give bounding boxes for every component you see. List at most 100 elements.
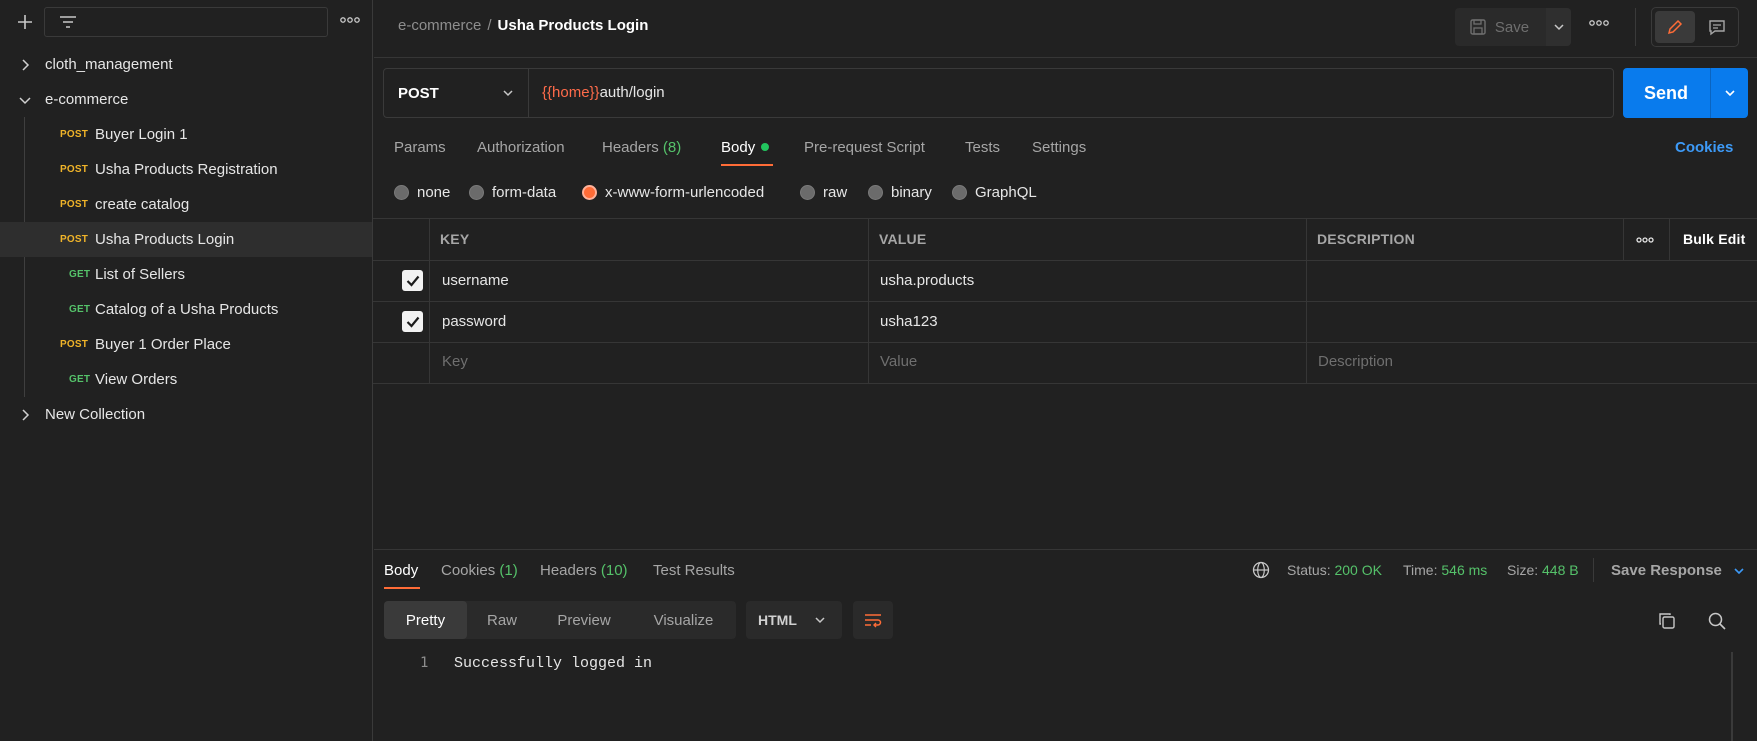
- key-cell[interactable]: username: [442, 272, 509, 289]
- filter-input[interactable]: [44, 7, 328, 37]
- collection-cloth-management[interactable]: cloth_management: [0, 47, 372, 82]
- radio-circle-selected[interactable]: [582, 185, 597, 200]
- radio-circle[interactable]: [800, 185, 815, 200]
- request-item[interactable]: POST Buyer Login 1: [0, 117, 372, 152]
- request-item[interactable]: POST create catalog: [0, 187, 372, 222]
- send-button[interactable]: Send: [1623, 68, 1709, 118]
- request-label: Buyer Login 1: [95, 126, 188, 143]
- active-tab-indicator: [384, 587, 420, 589]
- filter-icon[interactable]: [59, 15, 77, 29]
- sidebar-toolbar: [0, 0, 373, 44]
- tab-tests[interactable]: Tests: [965, 139, 1000, 156]
- url-bar: POST {{home}}auth/login: [383, 68, 1614, 118]
- method-badge: GET: [69, 304, 91, 315]
- request-item[interactable]: POST Buyer 1 Order Place: [0, 327, 372, 362]
- response-tab-cookies[interactable]: Cookies (1): [441, 562, 518, 579]
- radio-graphql[interactable]: GraphQL: [952, 184, 1037, 201]
- radio-urlencoded[interactable]: x-www-form-urlencoded: [582, 184, 764, 201]
- breadcrumb-separator: /: [487, 17, 492, 34]
- plus-icon[interactable]: [16, 13, 34, 31]
- key-input[interactable]: Key: [442, 353, 468, 370]
- globe-icon[interactable]: [1252, 561, 1270, 579]
- collection-e-commerce[interactable]: e-commerce: [0, 82, 372, 117]
- documentation-mode-button[interactable]: [1697, 11, 1737, 43]
- view-visualize[interactable]: Visualize: [631, 601, 736, 639]
- bulk-edit-button[interactable]: Bulk Edit: [1683, 231, 1745, 247]
- more-horizontal-icon[interactable]: [1589, 18, 1609, 28]
- tab-params[interactable]: Params: [394, 139, 446, 156]
- column-header-key: KEY: [440, 231, 470, 247]
- save-button[interactable]: Save: [1455, 8, 1543, 46]
- edit-mode-button[interactable]: [1655, 11, 1695, 43]
- description-input[interactable]: Description: [1318, 353, 1393, 370]
- radio-label: GraphQL: [975, 184, 1037, 201]
- radio-binary[interactable]: binary: [868, 184, 932, 201]
- collection-label: New Collection: [45, 406, 146, 423]
- chevron-down-icon[interactable]: [18, 93, 32, 107]
- radio-circle[interactable]: [469, 185, 484, 200]
- response-divider: [374, 549, 1757, 550]
- request-label: Usha Products Registration: [95, 161, 278, 178]
- row-checkbox[interactable]: [402, 270, 423, 291]
- cookies-link[interactable]: Cookies: [1675, 139, 1733, 156]
- response-tab-body[interactable]: Body: [384, 562, 418, 579]
- mode-toggle: [1651, 7, 1739, 47]
- key-cell[interactable]: password: [442, 313, 506, 330]
- tab-count: (8): [662, 139, 682, 156]
- tab-headers[interactable]: Headers (8): [602, 139, 681, 156]
- response-tab-test-results[interactable]: Test Results: [653, 562, 735, 579]
- more-horizontal-icon[interactable]: [340, 15, 360, 25]
- response-tab-headers[interactable]: Headers (10): [540, 562, 628, 579]
- search-icon[interactable]: [1707, 611, 1727, 631]
- comment-icon: [1708, 18, 1726, 36]
- save-options-button[interactable]: [1546, 8, 1571, 46]
- copy-icon[interactable]: [1657, 611, 1677, 631]
- breadcrumb-parent[interactable]: e-commerce: [398, 17, 481, 34]
- page-title[interactable]: Usha Products Login: [498, 17, 649, 34]
- value-cell[interactable]: usha.products: [880, 272, 974, 289]
- scrollbar[interactable]: [1731, 652, 1733, 741]
- request-item[interactable]: GET List of Sellers: [0, 257, 372, 292]
- view-pretty[interactable]: Pretty: [384, 601, 467, 639]
- wrap-icon: [863, 612, 883, 628]
- radio-circle[interactable]: [394, 185, 409, 200]
- value-cell[interactable]: usha123: [880, 313, 938, 330]
- radio-circle[interactable]: [868, 185, 883, 200]
- tab-authorization[interactable]: Authorization: [477, 139, 565, 156]
- view-preview[interactable]: Preview: [537, 601, 631, 639]
- url-input[interactable]: {{home}}auth/login: [542, 84, 665, 101]
- radio-circle[interactable]: [952, 185, 967, 200]
- column-header-description: DESCRIPTION: [1317, 231, 1415, 247]
- radio-form-data[interactable]: form-data: [469, 184, 556, 201]
- more-horizontal-icon[interactable]: [1636, 236, 1654, 244]
- tab-prerequest-script[interactable]: Pre-request Script: [804, 139, 925, 156]
- wrap-lines-button[interactable]: [853, 601, 893, 639]
- radio-raw[interactable]: raw: [800, 184, 847, 201]
- tab-count: (10): [600, 562, 628, 579]
- radio-label: none: [417, 184, 451, 201]
- request-item-selected[interactable]: POST Usha Products Login: [0, 222, 372, 257]
- chevron-down-icon[interactable]: [1733, 565, 1745, 577]
- tab-label: Headers: [540, 562, 597, 579]
- radio-label: form-data: [492, 184, 557, 201]
- save-response-button[interactable]: Save Response: [1611, 562, 1722, 579]
- method-select[interactable]: POST: [384, 69, 529, 117]
- chevron-right-icon[interactable]: [18, 58, 32, 72]
- tab-count: (1): [499, 562, 518, 579]
- request-label: List of Sellers: [95, 266, 186, 283]
- format-select[interactable]: HTML: [746, 601, 842, 639]
- tab-body[interactable]: Body: [721, 139, 770, 156]
- collection-new-collection[interactable]: New Collection: [0, 397, 372, 432]
- tab-settings[interactable]: Settings: [1032, 139, 1086, 156]
- value-input[interactable]: Value: [880, 353, 917, 370]
- request-item[interactable]: POST Usha Products Registration: [0, 152, 372, 187]
- request-item[interactable]: GET View Orders: [0, 362, 372, 397]
- send-options-button[interactable]: [1710, 68, 1748, 118]
- request-item[interactable]: GET Catalog of a Usha Products: [0, 292, 372, 327]
- sidebar: cloth_management e-commerce POST Buyer L…: [0, 0, 373, 741]
- row-checkbox[interactable]: [402, 311, 423, 332]
- view-raw[interactable]: Raw: [467, 601, 537, 639]
- chevron-right-icon[interactable]: [18, 408, 32, 422]
- radio-none[interactable]: none: [394, 184, 450, 201]
- save-icon: [1469, 18, 1487, 36]
